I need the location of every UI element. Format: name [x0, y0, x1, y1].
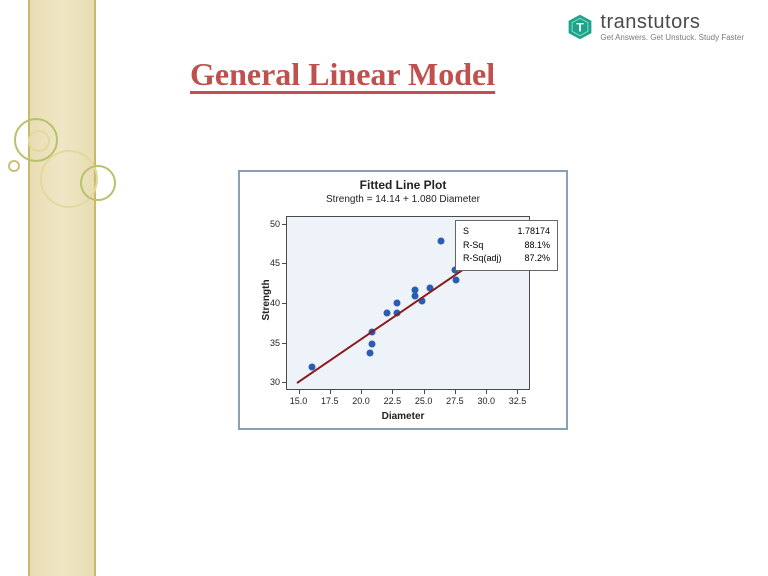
- stat-label: R-Sq: [463, 240, 516, 252]
- decorative-band: [28, 0, 96, 576]
- chart-title: Fitted Line Plot: [240, 178, 566, 192]
- x-tick-label: 22.5: [384, 396, 402, 406]
- brand-name: transtutors: [600, 12, 744, 32]
- decorative-ring: [28, 130, 50, 152]
- chart-container: Fitted Line Plot Strength = 14.14 + 1.08…: [238, 170, 568, 430]
- stat-value: 87.2%: [517, 253, 550, 265]
- x-tick-label: 25.0: [415, 396, 433, 406]
- brand-tagline: Get Answers. Get Unstuck. Study Faster: [600, 34, 744, 42]
- data-point: [452, 277, 459, 284]
- data-point: [411, 286, 418, 293]
- x-axis-label: Diameter: [240, 411, 566, 422]
- decorative-ring: [80, 165, 116, 201]
- stat-label: R-Sq(adj): [463, 253, 516, 265]
- x-tick-label: 20.0: [352, 396, 370, 406]
- y-tick-label: 50: [270, 219, 280, 229]
- stat-value: 1.78174: [517, 226, 550, 238]
- y-tick-label: 30: [270, 377, 280, 387]
- hexagon-icon: T: [566, 13, 594, 41]
- brand-logo: T transtutors Get Answers. Get Unstuck. …: [566, 12, 744, 42]
- x-tick-label: 32.5: [509, 396, 527, 406]
- x-tick-label: 15.0: [290, 396, 308, 406]
- y-tick-label: 35: [270, 338, 280, 348]
- data-point: [384, 310, 391, 317]
- chart-subtitle: Strength = 14.14 + 1.080 Diameter: [240, 194, 566, 205]
- data-point: [394, 300, 401, 307]
- stat-row: R-Sq88.1%: [463, 240, 550, 252]
- x-tick-label: 30.0: [477, 396, 495, 406]
- y-tick-label: 45: [270, 258, 280, 268]
- decorative-ring: [8, 160, 20, 172]
- data-point: [366, 350, 373, 357]
- slide: T transtutors Get Answers. Get Unstuck. …: [0, 0, 768, 576]
- y-tick-label: 40: [270, 298, 280, 308]
- x-tick-label: 17.5: [321, 396, 339, 406]
- x-tick-label: 27.5: [446, 396, 464, 406]
- stats-box: S1.78174R-Sq88.1%R-Sq(adj)87.2%: [455, 220, 558, 271]
- page-title: General Linear Model: [190, 56, 495, 93]
- stat-label: S: [463, 226, 516, 238]
- data-point: [437, 237, 444, 244]
- stat-row: S1.78174: [463, 226, 550, 238]
- stat-row: R-Sq(adj)87.2%: [463, 253, 550, 265]
- stat-value: 88.1%: [517, 240, 550, 252]
- svg-text:T: T: [577, 20, 585, 34]
- data-point: [369, 341, 376, 348]
